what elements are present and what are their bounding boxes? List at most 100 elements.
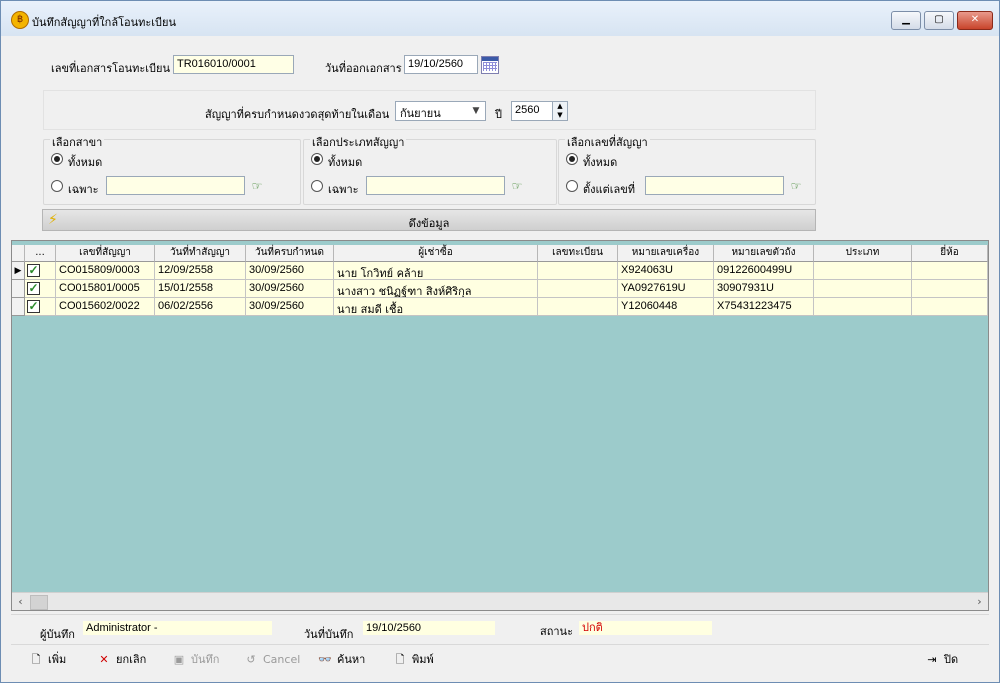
contract-no-from-radio[interactable]: [566, 180, 578, 192]
fetch-data-label: ดึงข้อมูล: [408, 217, 450, 230]
close-window-button[interactable]: ✕: [957, 11, 993, 30]
brand-cell[interactable]: [912, 262, 988, 280]
cancel-edit-button-label: ยกเลิก: [116, 653, 147, 666]
spin-arrows-icon[interactable]: ▲ ▼: [552, 102, 567, 120]
contract-type-all-label: ทั้งหมด: [328, 156, 363, 169]
chassis-no-cell[interactable]: 09122600499U: [714, 262, 814, 280]
column-header[interactable]: วันที่ครบกำหนด: [246, 245, 334, 262]
contract-type-field[interactable]: [366, 176, 505, 195]
contract-type-all-radio[interactable]: [311, 153, 323, 165]
save-button[interactable]: ▣ บันทึก: [171, 651, 220, 669]
table-row[interactable]: ▶ ✓ CO015809/0003 12/09/2558 30/09/2560 …: [12, 262, 988, 280]
doc-date-field[interactable]: 19/10/2560: [404, 55, 478, 74]
branch-all-label: ทั้งหมด: [68, 156, 103, 169]
branch-all-radio[interactable]: [51, 153, 63, 165]
row-select-cell[interactable]: ✓: [25, 262, 56, 280]
month-select[interactable]: กันยายน ▼: [395, 101, 486, 121]
type-cell[interactable]: [814, 280, 912, 298]
contract-no-field[interactable]: [645, 176, 784, 195]
type-cell[interactable]: [814, 262, 912, 280]
main-window: ฿ บันทึกสัญญาที่ใกล้โอนทะเบียน ▁ ▢ ✕ เลข…: [0, 0, 1000, 683]
record-date-label: วันที่บันทึก: [304, 628, 354, 641]
customer-cell[interactable]: นาย สมดี เชื้อ: [334, 298, 538, 316]
scroll-thumb[interactable]: [30, 595, 48, 610]
due-date-cell[interactable]: 30/09/2560: [246, 298, 334, 316]
column-header[interactable]: หมายเลขตัวถัง: [714, 245, 814, 262]
column-header[interactable]: หมายเลขเครื่อง: [618, 245, 714, 262]
contract-no-group-title: เลือกเลขที่สัญญา: [565, 133, 650, 151]
engine-no-cell[interactable]: YA0927619U: [618, 280, 714, 298]
recorder-label: ผู้บันทึก: [40, 628, 75, 641]
horizontal-scrollbar[interactable]: ‹ ›: [12, 592, 988, 610]
plate-cell[interactable]: [538, 298, 618, 316]
contract-type-group-title: เลือกประเภทสัญญา: [310, 133, 407, 151]
contract-no-all-radio[interactable]: [566, 153, 578, 165]
maximize-button[interactable]: ▢: [924, 11, 954, 30]
branch-specific-label: เฉพาะ: [68, 183, 99, 196]
type-cell[interactable]: [814, 298, 912, 316]
fetch-data-button[interactable]: ⚡ ดึงข้อมูล: [42, 209, 816, 231]
lookup-icon[interactable]: ☞: [509, 179, 525, 193]
plate-cell[interactable]: [538, 262, 618, 280]
calendar-icon[interactable]: [481, 56, 499, 74]
year-stepper[interactable]: 2560 ▲ ▼: [511, 101, 568, 121]
engine-no-cell[interactable]: Y12060448: [618, 298, 714, 316]
add-button[interactable]: 🗋 เพิ่ม: [28, 651, 67, 669]
contract-date-cell[interactable]: 12/09/2558: [155, 262, 246, 280]
floppy-disk-icon: ▣: [173, 653, 185, 666]
column-header[interactable]: ผู้เช่าซื้อ: [334, 245, 538, 262]
chassis-no-cell[interactable]: X75431223475: [714, 298, 814, 316]
search-button[interactable]: 👓 ค้นหา: [317, 651, 365, 669]
close-button-label: ปิด: [944, 653, 959, 666]
branch-specific-radio[interactable]: [51, 180, 63, 192]
row-checkbox[interactable]: ✓: [27, 264, 40, 277]
doc-date-label: วันที่ออกเอกสาร: [325, 62, 402, 75]
column-header[interactable]: วันที่ทำสัญญา: [155, 245, 246, 262]
lookup-icon[interactable]: ☞: [788, 179, 804, 193]
contract-date-cell[interactable]: 15/01/2558: [155, 280, 246, 298]
engine-no-cell[interactable]: X924063U: [618, 262, 714, 280]
due-date-cell[interactable]: 30/09/2560: [246, 262, 334, 280]
cancel-edit-button[interactable]: ✕ ยกเลิก: [96, 651, 146, 669]
row-select-cell[interactable]: ✓: [25, 280, 56, 298]
lookup-icon[interactable]: ☞: [249, 179, 265, 193]
scroll-right-icon[interactable]: ›: [971, 593, 988, 610]
row-select-cell[interactable]: ✓: [25, 298, 56, 316]
column-header[interactable]: ประเภท: [814, 245, 912, 262]
column-header[interactable]: เลขที่สัญญา: [56, 245, 155, 262]
print-button-label: พิมพ์: [412, 653, 434, 666]
due-date-cell[interactable]: 30/09/2560: [246, 280, 334, 298]
print-document-icon: 🗋: [395, 653, 405, 666]
contract-date-cell[interactable]: 06/02/2556: [155, 298, 246, 316]
contract-no-from-label: ตั้งแต่เลขที่: [583, 183, 636, 196]
table-row[interactable]: ✓ CO015801/0005 15/01/2558 30/09/2560 นา…: [12, 280, 988, 298]
contract-no-cell[interactable]: CO015801/0005: [56, 280, 155, 298]
grid-corner: [12, 245, 25, 262]
contracts-grid[interactable]: ... เลขที่สัญญา วันที่ทำสัญญา วันที่ครบก…: [11, 240, 989, 611]
doc-no-field[interactable]: TR016010/0001: [173, 55, 294, 74]
contract-no-cell[interactable]: CO015602/0022: [56, 298, 155, 316]
chassis-no-cell[interactable]: 30907931U: [714, 280, 814, 298]
close-button[interactable]: ⇥ ปิด: [924, 651, 958, 669]
contract-no-cell[interactable]: CO015809/0003: [56, 262, 155, 280]
minimize-button[interactable]: ▁: [891, 11, 921, 30]
column-header[interactable]: เลขทะเบียน: [538, 245, 618, 262]
title-bar: ฿ บันทึกสัญญาที่ใกล้โอนทะเบียน ▁ ▢ ✕: [1, 1, 999, 36]
column-header[interactable]: ยี่ห้อ: [912, 245, 988, 262]
customer-cell[interactable]: นาย โกวิทย์ คล้าย: [334, 262, 538, 280]
brand-cell[interactable]: [912, 298, 988, 316]
scroll-left-icon[interactable]: ‹: [12, 593, 29, 610]
cancel-button[interactable]: ↺ Cancel: [243, 651, 300, 669]
search-button-label: ค้นหา: [337, 653, 366, 666]
year-label: ปี: [495, 108, 502, 121]
brand-cell[interactable]: [912, 280, 988, 298]
row-checkbox[interactable]: ✓: [27, 300, 40, 313]
table-row[interactable]: ✓ CO015602/0022 06/02/2556 30/09/2560 นา…: [12, 298, 988, 316]
branch-field[interactable]: [106, 176, 245, 195]
row-checkbox[interactable]: ✓: [27, 282, 40, 295]
customer-cell[interactable]: นางสาว ชนิฏฐ์ฑา สิงห์ศิริกุล: [334, 280, 538, 298]
plate-cell[interactable]: [538, 280, 618, 298]
column-header[interactable]: ...: [25, 245, 56, 262]
contract-type-specific-radio[interactable]: [311, 180, 323, 192]
print-button[interactable]: 🗋 พิมพ์: [392, 651, 434, 669]
